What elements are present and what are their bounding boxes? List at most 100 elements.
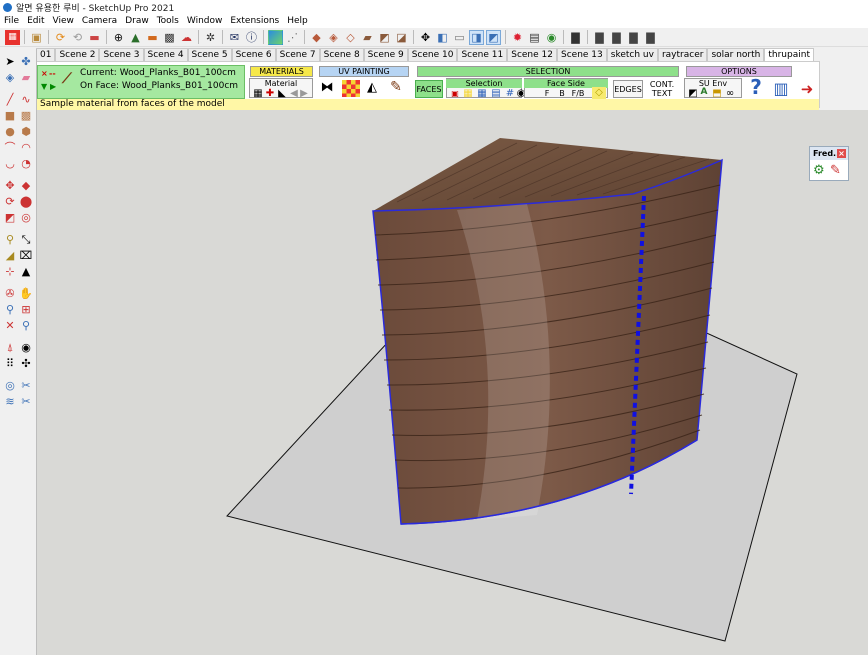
paint-bucket-icon[interactable]: ◈ (3, 71, 17, 85)
share-icon[interactable]: ☁ (179, 30, 194, 45)
scene-tab-13[interactable]: Scene 13 (557, 48, 607, 61)
zoom-icon[interactable]: ⚲ (3, 303, 17, 317)
scene-tab-thrupaint[interactable]: thrupaint (764, 48, 814, 61)
uv-checker-icon[interactable] (342, 80, 360, 97)
menu-camera[interactable]: Camera (78, 16, 121, 26)
close-icon[interactable]: × (41, 69, 48, 78)
menu-file[interactable]: File (0, 16, 23, 26)
close-icon[interactable]: × (837, 149, 846, 158)
scene-tab-6[interactable]: Scene 6 (231, 48, 276, 61)
email-icon[interactable]: ✉ (227, 30, 242, 45)
move-icon[interactable]: ✥ (418, 30, 433, 45)
pie-icon[interactable]: ◔ (19, 157, 33, 171)
sandbox-stamp-icon[interactable]: ≋ (3, 395, 17, 409)
trash-icon[interactable]: ▥ (773, 80, 789, 98)
solid-tools-icon[interactable]: ◪ (394, 30, 409, 45)
paintbrush-icon[interactable]: ⟋ (62, 71, 72, 87)
line-icon[interactable]: ╱ (3, 93, 17, 107)
section-fill-icon[interactable]: ◇ (343, 30, 358, 45)
outliner-icon[interactable]: ▤ (527, 30, 542, 45)
menu-tools[interactable]: Tools (153, 16, 183, 26)
dash-icon[interactable]: -- (49, 69, 56, 78)
box-icon[interactable]: ◆ (309, 30, 324, 45)
export-icon[interactable]: ▇ (592, 30, 607, 45)
walk-icon[interactable]: ⠿ (3, 357, 17, 371)
scene-tab-5[interactable]: Scene 5 (187, 48, 232, 61)
extension-icon[interactable]: ▬ (145, 30, 160, 45)
scale-icon[interactable]: ◩ (3, 211, 17, 225)
paint-icon[interactable]: ▰ (360, 30, 375, 45)
pan-icon[interactable]: ⟲ (70, 30, 85, 45)
orbit-tool-icon[interactable]: ✇ (3, 287, 17, 301)
arc-2pt-icon[interactable]: ◠ (19, 141, 33, 155)
info-icon[interactable]: ⓘ (244, 30, 259, 45)
chevron-down-icon[interactable]: ▼ (41, 82, 47, 91)
menu-window[interactable]: Window (183, 16, 227, 26)
section-icon[interactable]: ◈ (326, 30, 341, 45)
viewport-canvas[interactable] (37, 110, 868, 655)
uv-box-icon[interactable]: ◭ (365, 81, 379, 94)
menu-view[interactable]: View (49, 16, 78, 26)
scene-tab-12[interactable]: Scene 12 (507, 48, 557, 61)
components-icon[interactable]: ▣ (29, 30, 44, 45)
offset-icon[interactable]: ◎ (19, 211, 33, 225)
layers-icon[interactable]: ▇ (568, 30, 583, 45)
scene-tab-8[interactable]: Scene 8 (319, 48, 364, 61)
face-side-toggle-icon[interactable]: ◇ (592, 87, 606, 99)
menu-extensions[interactable]: Extensions (226, 16, 283, 26)
face-side-front[interactable]: F (542, 89, 552, 98)
scene-tab-solar-north[interactable]: solar north (707, 48, 765, 61)
fredo-tool-icon[interactable]: ⚙ (813, 163, 825, 178)
move-tool-icon[interactable]: ✥ (3, 179, 17, 193)
sandbox-smoove-icon[interactable]: ✂ (19, 379, 33, 393)
faces-button[interactable]: FACES (415, 80, 443, 98)
arc-3pt-icon[interactable]: ◡ (3, 157, 17, 171)
scene-tab-3[interactable]: Scene 3 (99, 48, 144, 61)
select-arrow-icon[interactable]: ➤ (3, 55, 17, 69)
uv-brush-icon[interactable]: ✎ (389, 80, 403, 94)
menu-draw[interactable]: Draw (121, 16, 153, 26)
protractor-icon[interactable]: ◢ (3, 249, 17, 263)
zoom-window-icon[interactable]: ⊞ (19, 303, 33, 317)
pan-tool-icon[interactable]: ✋ (19, 287, 33, 301)
freehand-icon[interactable]: ∿ (19, 93, 33, 107)
env-a-label[interactable]: A (699, 88, 709, 97)
polygon-icon[interactable]: ⬢ (19, 125, 33, 139)
axes-icon[interactable]: ⊹ (3, 265, 17, 279)
orbit-icon[interactable]: ⟳ (53, 30, 68, 45)
model-info-icon[interactable]: ▦ (5, 29, 20, 45)
menu-edit[interactable]: Edit (23, 16, 48, 26)
arc-icon[interactable]: ⌒ (3, 141, 17, 155)
warehouse-icon[interactable]: ▲ (128, 30, 143, 45)
3d-text-icon[interactable]: ▲ (19, 265, 33, 279)
edges-button[interactable]: EDGES (613, 80, 643, 98)
uv-painting-header[interactable]: UV PAINTING (319, 66, 409, 77)
view-top-icon[interactable]: ▭ (452, 30, 467, 45)
checker-icon[interactable]: ▩ (162, 30, 177, 45)
scene-icon[interactable]: ◉ (544, 30, 559, 45)
save-icon[interactable]: ▇ (643, 30, 658, 45)
circle-icon[interactable]: ● (3, 125, 17, 139)
sandbox-tool-icon[interactable]: ◎ (3, 379, 17, 393)
play-icon[interactable]: ▶ (50, 82, 56, 91)
scene-tab-7[interactable]: Scene 7 (275, 48, 320, 61)
materials-header[interactable]: MATERIALS (250, 66, 313, 77)
face-side-back[interactable]: B (557, 89, 567, 98)
scene-tab-11[interactable]: Scene 11 (457, 48, 508, 61)
menu-help[interactable]: Help (283, 16, 312, 26)
styles-icon[interactable]: ▬ (87, 30, 102, 45)
eraser-icon[interactable]: ▰ (19, 71, 33, 85)
options-header[interactable]: OPTIONS (686, 66, 792, 77)
sandbox-drape-icon[interactable]: ✂ (19, 395, 33, 409)
color-icon[interactable] (268, 29, 283, 45)
push-pull-icon[interactable]: ◆ (19, 179, 33, 193)
components-tool-icon[interactable]: ✤ (19, 55, 33, 69)
scene-tab-sketch-uv[interactable]: sketch uv (606, 48, 658, 61)
scene-tab-raytracer[interactable]: raytracer (657, 48, 708, 61)
face-side-both[interactable]: F/B (569, 89, 587, 98)
view-right-icon[interactable]: ◩ (486, 29, 501, 45)
look-around-icon[interactable]: ◉ (19, 341, 33, 355)
help-icon[interactable]: ? (748, 76, 764, 98)
scene-tab-9[interactable]: Scene 9 (363, 48, 408, 61)
print-icon[interactable]: ▇ (626, 30, 641, 45)
